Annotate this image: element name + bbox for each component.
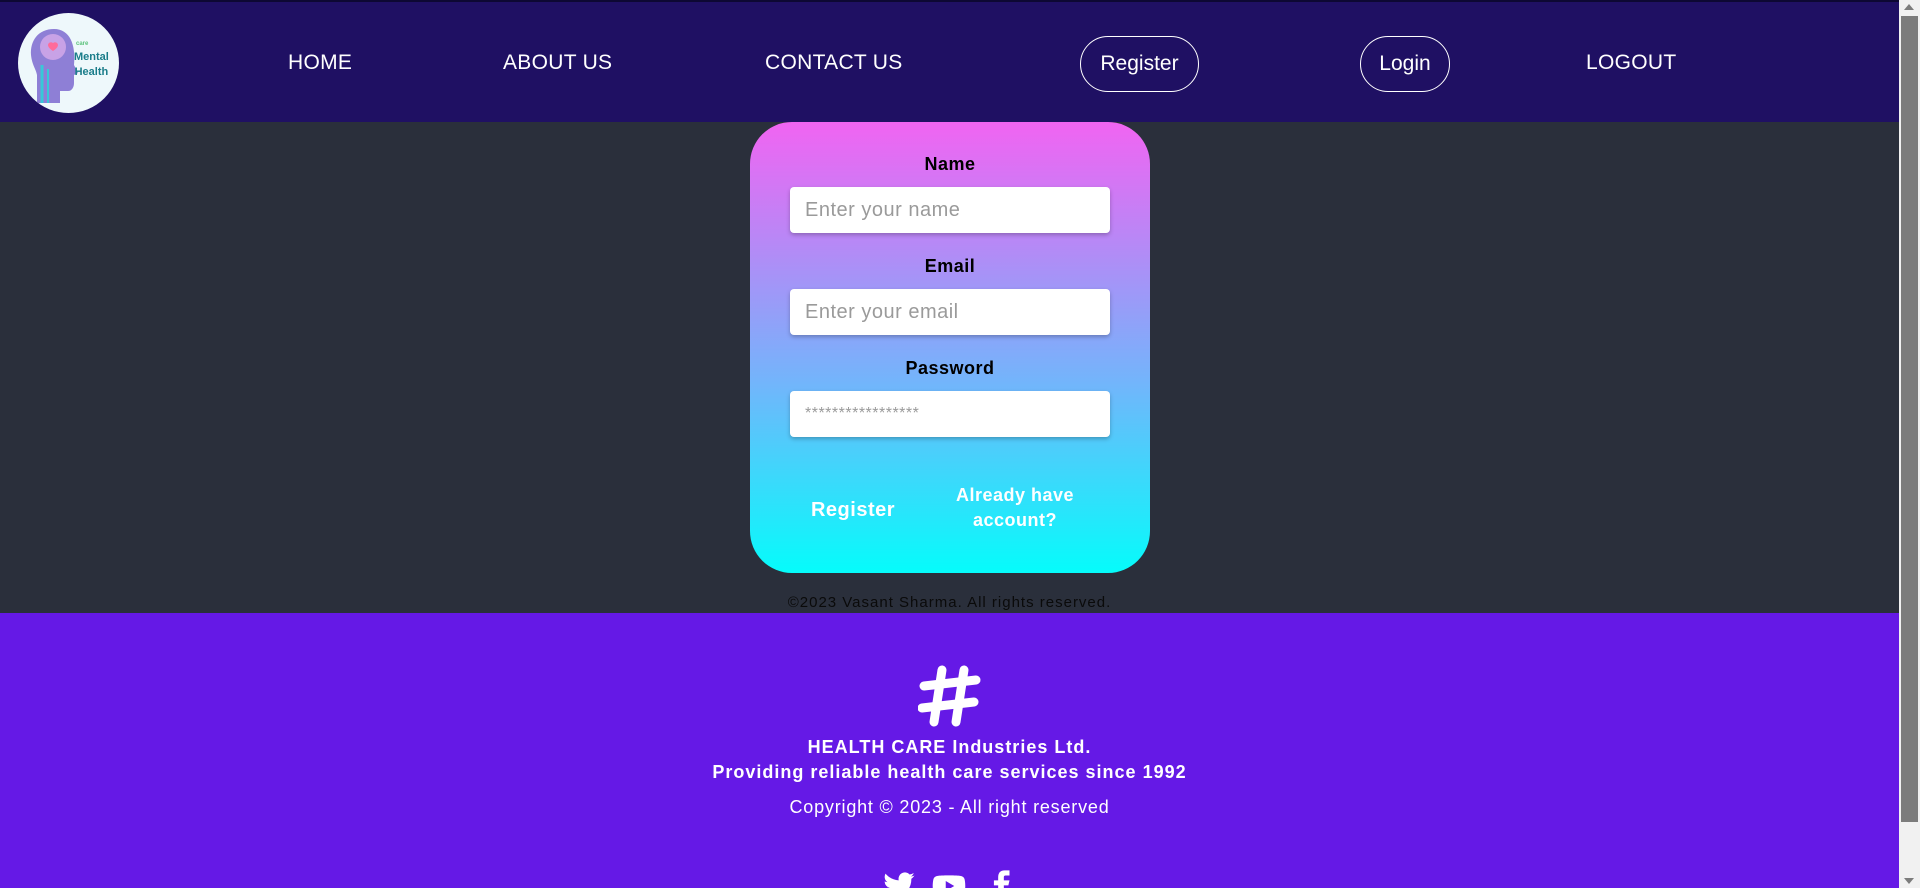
- site-logo[interactable]: care Mental Health: [18, 13, 119, 113]
- footer-tagline: Providing reliable health care services …: [712, 762, 1187, 782]
- nav-register-button[interactable]: Register: [1080, 36, 1199, 92]
- scroll-up-arrow-icon[interactable]: [1904, 4, 1914, 10]
- password-label: Password: [905, 358, 995, 378]
- nav-home-link[interactable]: HOME: [288, 51, 352, 75]
- nav-contact-link[interactable]: CONTACT US: [765, 51, 903, 75]
- facebook-icon[interactable]: [984, 869, 1018, 888]
- already-have-account-link[interactable]: Already have account?: [940, 483, 1090, 533]
- password-input[interactable]: [790, 391, 1110, 437]
- hashtag-logo-icon: [918, 665, 981, 727]
- logo-line-2: Health: [74, 66, 109, 78]
- register-submit-button[interactable]: Register: [798, 493, 908, 527]
- nav-login-button[interactable]: Login: [1360, 36, 1450, 92]
- scroll-down-arrow-icon[interactable]: [1904, 878, 1914, 884]
- email-input[interactable]: [790, 289, 1110, 335]
- scrollbar-thumb[interactable]: [1901, 16, 1918, 822]
- name-label: Name: [924, 154, 976, 174]
- brain-head-icon: [30, 29, 78, 103]
- logo-small-text: care: [76, 41, 89, 47]
- youtube-icon[interactable]: [932, 869, 966, 888]
- name-input[interactable]: [790, 187, 1110, 233]
- register-form-card: Name Email Password Register Already hav…: [750, 122, 1150, 573]
- logo-line-1: Mental: [74, 51, 109, 63]
- page-copyright-text: ©2023 Vasant Sharma. All rights reserved…: [787, 594, 1112, 611]
- logo-text: Mental Health: [74, 50, 109, 80]
- twitter-icon[interactable]: [882, 869, 916, 888]
- nav-about-link[interactable]: ABOUT US: [503, 51, 612, 75]
- page-scrollbar[interactable]: [1899, 0, 1920, 888]
- top-navbar: care Mental Health HOME ABOUT US CONTACT…: [0, 0, 1899, 122]
- email-label: Email: [924, 256, 976, 276]
- footer-company-name: HEALTH CARE Industries Ltd.: [807, 737, 1092, 757]
- site-footer: HEALTH CARE Industries Ltd. Providing re…: [0, 613, 1899, 888]
- nav-logout-link[interactable]: LOGOUT: [1586, 51, 1676, 75]
- footer-copyright: Copyright © 2023 - All right reserved: [789, 797, 1110, 817]
